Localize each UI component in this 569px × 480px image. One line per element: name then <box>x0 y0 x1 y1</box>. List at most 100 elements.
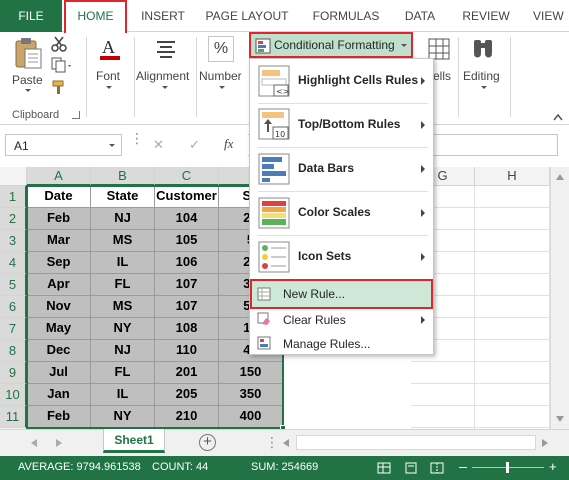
sheet-next-icon[interactable] <box>55 438 63 448</box>
paste-button[interactable]: Paste <box>8 35 48 92</box>
conditional-formatting-icon <box>255 38 271 54</box>
status-sum: SUM: 254669 <box>251 461 319 473</box>
hscroll-right-icon[interactable] <box>541 438 549 448</box>
collapse-ribbon-icon[interactable] <box>553 113 563 121</box>
column-header[interactable]: B <box>91 167 155 186</box>
add-sheet-icon[interactable]: + <box>199 434 216 451</box>
empty-cell[interactable] <box>475 362 550 384</box>
menu-item-data-bars[interactable]: Data Bars <box>250 149 433 189</box>
select-all-corner[interactable] <box>0 167 27 186</box>
empty-cell[interactable] <box>475 318 550 340</box>
normal-view-icon[interactable] <box>377 462 391 474</box>
menu-separator <box>258 235 428 236</box>
menu-item-manage-rules[interactable]: Manage Rules... <box>250 332 433 356</box>
chevron-down-icon <box>109 144 115 147</box>
number-button[interactable]: % Number <box>197 33 247 125</box>
alignment-label: Alignment <box>136 69 190 83</box>
row-header[interactable]: 9 <box>0 362 27 384</box>
conditional-formatting-button[interactable]: Conditional Formatting <box>249 32 413 58</box>
tab-data[interactable]: DATA <box>401 0 439 32</box>
copy-icon[interactable] <box>51 57 73 73</box>
empty-cell[interactable] <box>475 252 550 274</box>
row-header[interactable]: 6 <box>0 296 27 318</box>
paste-label: Paste <box>12 73 43 87</box>
alignment-button[interactable]: Alignment <box>136 33 194 125</box>
row-header[interactable]: 5 <box>0 274 27 296</box>
empty-cell[interactable] <box>411 406 475 428</box>
name-box-value: A1 <box>14 139 29 153</box>
hscroll-left-icon[interactable] <box>282 438 290 448</box>
scroll-up-icon[interactable] <box>555 173 565 181</box>
tab-page-layout[interactable]: PAGE LAYOUT <box>203 0 291 32</box>
ribbon-divider <box>86 37 87 117</box>
row-header[interactable]: 3 <box>0 230 27 252</box>
data-bars-icon <box>258 153 290 185</box>
status-average: AVERAGE: 9794.961538 <box>18 461 141 473</box>
empty-cell[interactable] <box>411 362 475 384</box>
menu-item-top-bottom-rules[interactable]: 10 Top/Bottom Rules <box>250 105 433 145</box>
tab-formulas[interactable]: FORMULAS <box>310 0 382 32</box>
clipboard-launcher-icon[interactable] <box>72 111 80 119</box>
row-header[interactable]: 8 <box>0 340 27 362</box>
menu-item-color-scales[interactable]: Color Scales <box>250 193 433 233</box>
column-header[interactable]: C <box>155 167 219 186</box>
horizontal-scrollbar[interactable] <box>296 435 536 450</box>
tab-file[interactable]: FILE <box>0 0 62 32</box>
row-header[interactable]: 1 <box>0 186 27 208</box>
enter-icon[interactable]: ✓ <box>189 137 200 153</box>
font-icon: A <box>100 37 120 60</box>
row-header[interactable]: 2 <box>0 208 27 230</box>
page-layout-view-icon[interactable] <box>404 462 418 474</box>
cells-icon <box>428 38 450 60</box>
name-box[interactable]: A1 <box>5 134 122 156</box>
cancel-icon[interactable]: ✕ <box>153 137 164 153</box>
format-painter-icon[interactable] <box>51 79 67 95</box>
row-header[interactable]: 11 <box>0 406 27 428</box>
sheet-tab-sheet1[interactable]: Sheet1 <box>103 429 165 453</box>
tab-insert[interactable]: INSERT <box>139 0 187 32</box>
zoom-slider-thumb[interactable] <box>506 462 509 473</box>
column-header[interactable]: A <box>27 167 91 186</box>
menu-item-icon-sets[interactable]: Icon Sets <box>250 237 433 277</box>
row-header[interactable]: 7 <box>0 318 27 340</box>
zoom-out-icon[interactable] <box>459 467 467 468</box>
row-header[interactable]: 10 <box>0 384 27 406</box>
empty-cell[interactable] <box>475 230 550 252</box>
tab-review[interactable]: REVIEW <box>460 0 512 32</box>
empty-cell[interactable] <box>475 274 550 296</box>
scroll-down-icon[interactable] <box>555 415 565 423</box>
tab-home[interactable]: HOME <box>64 0 127 33</box>
empty-cell[interactable] <box>475 296 550 318</box>
sheet-prev-icon[interactable] <box>30 438 38 448</box>
more-options-icon[interactable]: ⋮ <box>130 131 144 145</box>
empty-cell[interactable] <box>475 208 550 230</box>
zoom-slider[interactable] <box>472 462 544 473</box>
row-header[interactable]: 4 <box>0 252 27 274</box>
empty-cell[interactable] <box>411 384 475 406</box>
empty-cell[interactable] <box>475 186 550 208</box>
menu-item-clear-rules[interactable]: Clear Rules <box>250 308 433 332</box>
chevron-down-icon <box>106 86 112 89</box>
zoom-in-icon[interactable]: + <box>549 459 557 474</box>
empty-cell[interactable] <box>475 340 550 362</box>
cut-icon[interactable] <box>51 36 67 52</box>
menu-separator <box>258 147 428 148</box>
empty-cell[interactable] <box>475 406 550 428</box>
column-header[interactable]: H <box>475 167 550 186</box>
highlight-cells-icon: <> <box>258 65 290 97</box>
menu-label-highlight-cells-rules: Highlight Cells Rules <box>298 73 419 87</box>
menu-item-new-rule[interactable]: New Rule... <box>250 281 433 307</box>
font-button[interactable]: A Font <box>88 33 132 125</box>
more-options-icon[interactable]: ⋮ <box>265 434 279 451</box>
page-break-view-icon[interactable] <box>430 462 444 474</box>
editing-button[interactable]: Editing <box>460 33 508 125</box>
submenu-arrow-icon <box>421 253 425 261</box>
tab-view[interactable]: VIEW <box>530 0 569 32</box>
menu-item-highlight-cells-rules[interactable]: <> Highlight Cells Rules <box>250 61 433 101</box>
insert-function-icon[interactable]: fx <box>224 136 233 152</box>
status-bar: AVERAGE: 9794.961538 COUNT: 44 SUM: 2546… <box>0 456 569 480</box>
vertical-scrollbar[interactable] <box>550 167 569 429</box>
submenu-arrow-icon <box>421 209 425 217</box>
percent-icon: % <box>208 36 234 62</box>
empty-cell[interactable] <box>475 384 550 406</box>
